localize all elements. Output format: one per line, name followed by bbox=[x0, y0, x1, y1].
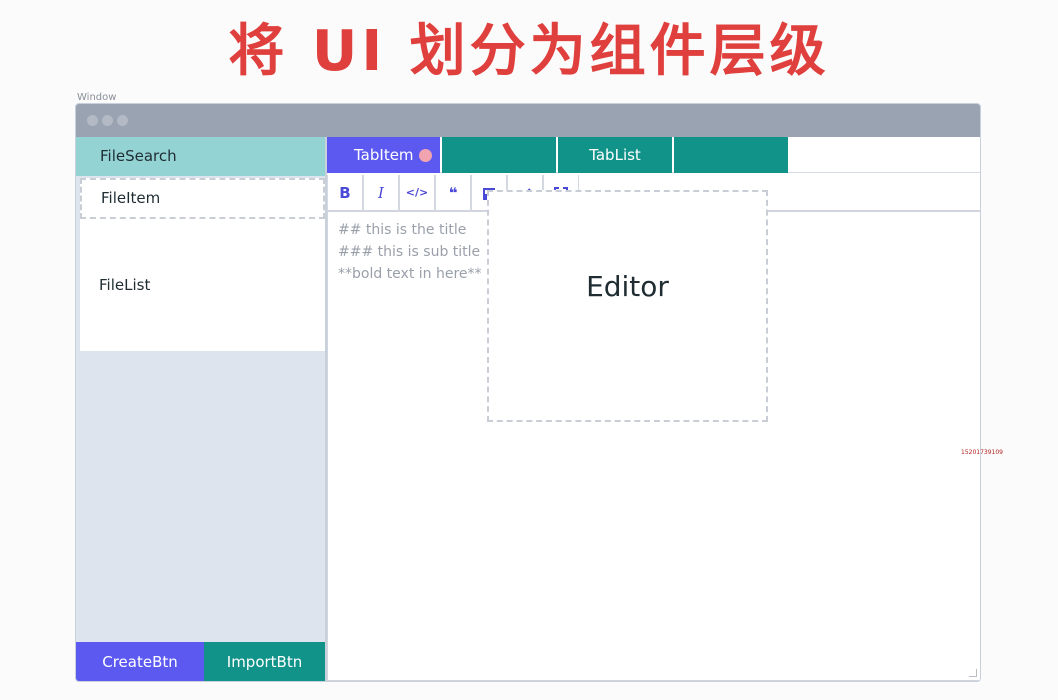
italic-icon[interactable]: I bbox=[363, 175, 399, 211]
tab-list-label: TabList bbox=[589, 146, 641, 164]
file-search[interactable]: FileSearch bbox=[76, 137, 325, 176]
tab-item[interactable]: TabList bbox=[558, 137, 672, 173]
file-list: FileItem FileList bbox=[80, 178, 325, 351]
create-button[interactable]: CreateBtn bbox=[76, 642, 204, 681]
editor-line: ## this is the title bbox=[338, 222, 467, 238]
quote-icon[interactable]: ❝ bbox=[435, 175, 471, 211]
file-item[interactable]: FileItem bbox=[80, 178, 325, 219]
editor-label: Editor bbox=[586, 270, 669, 303]
file-list-label: FileList bbox=[99, 276, 151, 294]
editor-component-box: Editor bbox=[487, 190, 768, 422]
sidebar: FileSearch FileItem FileList CreateBtn I… bbox=[76, 137, 325, 681]
tab-list: TabItem TabList bbox=[327, 137, 980, 173]
tab-item[interactable] bbox=[674, 137, 788, 173]
minimize-dot-icon[interactable] bbox=[102, 115, 113, 126]
window-label: Window bbox=[77, 92, 117, 103]
code-icon[interactable]: </> bbox=[399, 175, 435, 211]
maximize-dot-icon[interactable] bbox=[117, 115, 128, 126]
watermark: 15201739109 bbox=[961, 449, 1003, 456]
tab-item[interactable] bbox=[442, 137, 556, 173]
editor-line: **bold text in here** bbox=[338, 266, 482, 282]
titlebar bbox=[76, 104, 980, 137]
resize-grip-icon[interactable] bbox=[969, 669, 977, 677]
bold-icon[interactable]: B bbox=[327, 175, 363, 211]
tab-item-label: TabItem bbox=[354, 146, 414, 164]
headline: 将 UI 划分为组件层级 bbox=[228, 19, 830, 84]
unsaved-dot-icon bbox=[419, 149, 432, 162]
import-button[interactable]: ImportBtn bbox=[204, 642, 325, 681]
close-dot-icon[interactable] bbox=[87, 115, 98, 126]
editor-line: ### this is sub title bbox=[338, 244, 481, 260]
tab-item-active[interactable]: TabItem bbox=[327, 137, 440, 173]
